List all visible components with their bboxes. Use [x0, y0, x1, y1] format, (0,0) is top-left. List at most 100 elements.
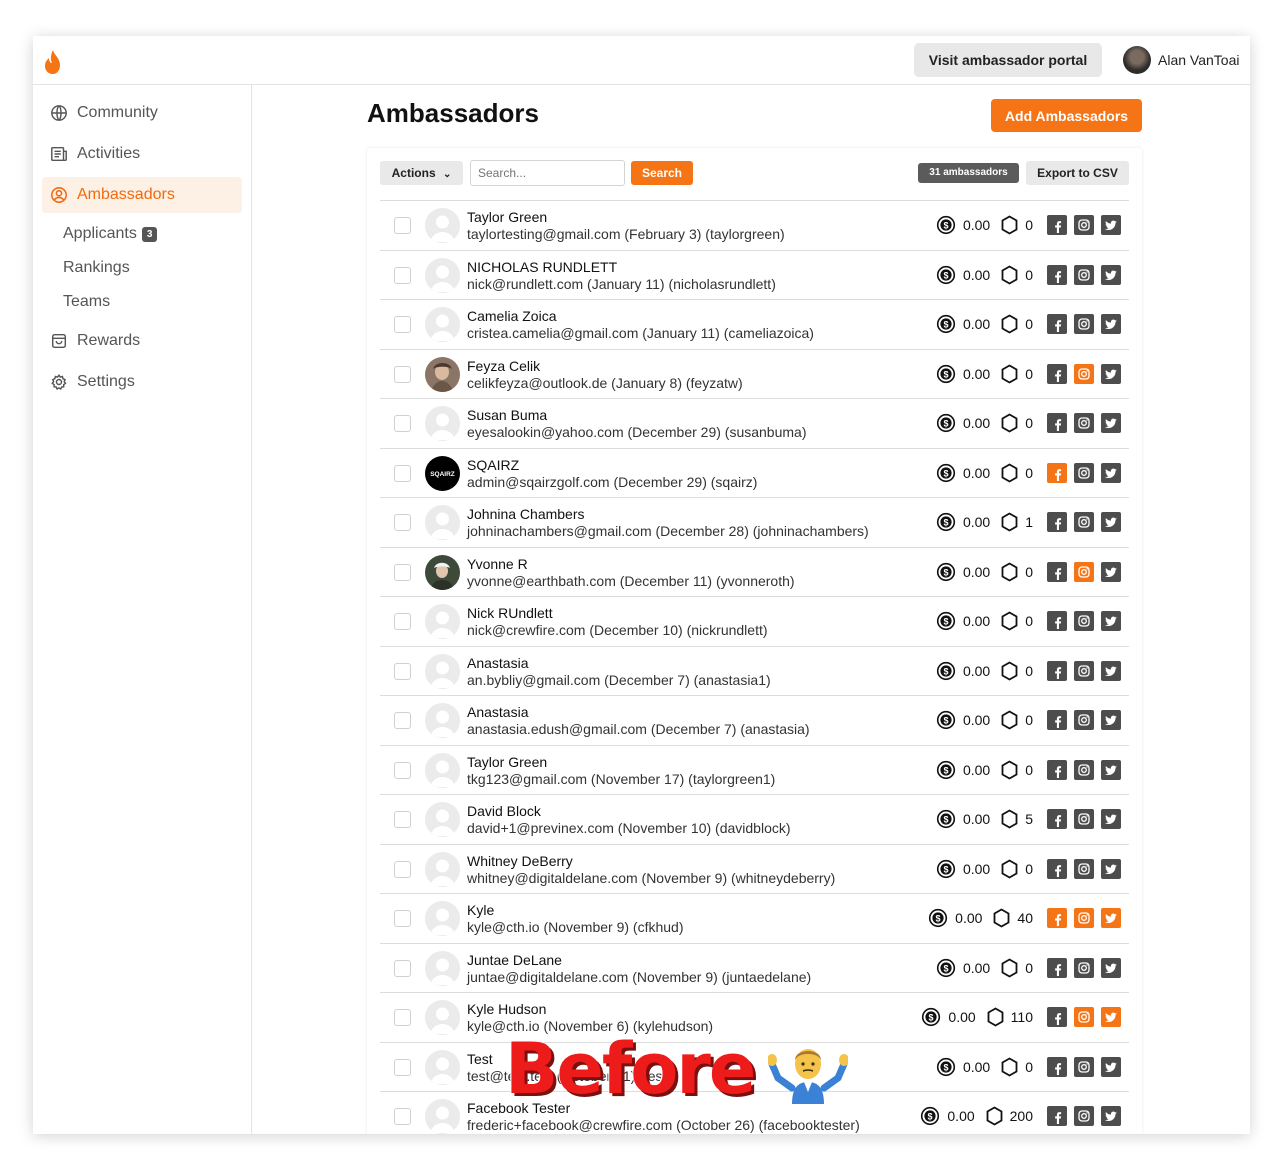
row-checkbox[interactable]	[394, 1108, 411, 1125]
facebook-icon[interactable]	[1047, 710, 1067, 730]
table-row[interactable]: Nick RUndlett nick@crewfire.com (December…	[380, 596, 1129, 646]
sidebar-subitem-applicants[interactable]: Applicants 3	[63, 225, 158, 243]
twitter-icon[interactable]	[1101, 908, 1121, 928]
facebook-icon[interactable]	[1047, 462, 1067, 483]
export-csv-button[interactable]: Export to CSV	[1026, 161, 1129, 185]
visit-portal-button[interactable]: Visit ambassador portal	[914, 43, 1102, 77]
facebook-icon[interactable]	[1047, 759, 1067, 780]
ambassador-name[interactable]: Johnina Chambers	[467, 506, 585, 522]
table-row[interactable]: Test test@test.test (October 31) (test) $0…	[380, 1041, 1129, 1092]
ambassador-name[interactable]: Anastasia	[467, 655, 528, 671]
instagram-icon[interactable]	[1074, 759, 1094, 780]
facebook-icon[interactable]	[1047, 561, 1067, 582]
twitter-icon[interactable]	[1101, 512, 1121, 532]
table-row[interactable]: Facebook Tester frederic+facebook@crewfir…	[380, 1091, 1129, 1134]
instagram-icon[interactable]	[1074, 462, 1094, 483]
instagram-icon[interactable]	[1074, 908, 1094, 928]
row-checkbox[interactable]	[394, 464, 411, 482]
twitter-icon[interactable]	[1101, 561, 1121, 582]
instagram-icon[interactable]	[1074, 1106, 1094, 1126]
sidebar-item-community[interactable]: Community	[42, 95, 242, 131]
row-checkbox[interactable]	[394, 712, 411, 729]
table-row[interactable]: Kyle Hudson kyle@cth.io (November 6) (kyl…	[380, 992, 1129, 1042]
row-checkbox[interactable]	[394, 1009, 411, 1026]
ambassador-name[interactable]: SQAIRZ	[467, 457, 519, 473]
facebook-icon[interactable]	[1047, 957, 1067, 978]
facebook-icon[interactable]	[1047, 1056, 1067, 1077]
ambassador-name[interactable]: Yvonne R	[467, 556, 528, 572]
sidebar-item-rewards[interactable]: Rewards	[42, 323, 242, 359]
row-checkbox[interactable]	[394, 514, 411, 531]
facebook-icon[interactable]	[1047, 809, 1067, 829]
twitter-icon[interactable]	[1101, 1007, 1121, 1027]
flame-logo-icon[interactable]	[42, 49, 64, 75]
instagram-icon[interactable]	[1074, 215, 1094, 235]
twitter-icon[interactable]	[1101, 264, 1121, 285]
ambassador-name[interactable]: Juntae DeLane	[467, 952, 562, 968]
instagram-icon[interactable]	[1074, 413, 1094, 433]
twitter-icon[interactable]	[1101, 710, 1121, 730]
instagram-icon[interactable]	[1074, 1056, 1094, 1077]
ambassador-name[interactable]: Test	[467, 1051, 493, 1067]
ambassador-name[interactable]: Susan Buma	[467, 407, 547, 423]
twitter-icon[interactable]	[1101, 957, 1121, 978]
twitter-icon[interactable]	[1101, 215, 1121, 235]
instagram-icon[interactable]	[1074, 1007, 1094, 1027]
table-row[interactable]: Juntae DeLane juntae@digitaldelane.com (N…	[380, 942, 1129, 993]
facebook-icon[interactable]	[1047, 1106, 1067, 1126]
row-checkbox[interactable]	[394, 316, 411, 333]
instagram-icon[interactable]	[1074, 611, 1094, 631]
instagram-icon[interactable]	[1074, 264, 1094, 285]
row-checkbox[interactable]	[394, 563, 411, 581]
sidebar-item-ambassadors[interactable]: Ambassadors	[42, 177, 242, 213]
facebook-icon[interactable]	[1047, 264, 1067, 285]
row-checkbox[interactable]	[394, 811, 411, 828]
table-row[interactable]: Yvonne Ryvonne@earthbath.com (December 1…	[380, 546, 1129, 597]
facebook-icon[interactable]	[1047, 660, 1067, 681]
twitter-icon[interactable]	[1101, 363, 1121, 384]
facebook-icon[interactable]	[1047, 413, 1067, 433]
table-row[interactable]: Johnina Chambers johninachambers@gmail.co…	[380, 497, 1129, 547]
table-row[interactable]: Feyza Celik celikfeyza@outlook.de (Januar…	[380, 348, 1129, 399]
table-row[interactable]: Anastasia anastasia.edush@gmail.com (Dece…	[380, 695, 1129, 745]
table-row[interactable]: Whitney DeBerry whitney@digitaldelane.com…	[380, 843, 1129, 894]
row-checkbox[interactable]	[394, 959, 411, 977]
row-checkbox[interactable]	[394, 910, 411, 927]
instagram-icon[interactable]	[1074, 314, 1094, 334]
search-input[interactable]	[470, 160, 625, 186]
row-checkbox[interactable]	[394, 860, 411, 878]
instagram-icon[interactable]	[1074, 363, 1094, 384]
table-row[interactable]: Kyle kyle@cth.io (November 9) (cfkhud) $0.…	[380, 893, 1129, 943]
instagram-icon[interactable]	[1074, 710, 1094, 730]
sidebar-subitem-teams[interactable]: Teams	[63, 293, 110, 311]
row-checkbox[interactable]	[394, 613, 411, 630]
ambassador-name[interactable]: Kyle Hudson	[467, 1001, 546, 1017]
facebook-icon[interactable]	[1047, 908, 1067, 928]
ambassador-name[interactable]: NICHOLAS RUNDLETT	[467, 259, 617, 275]
table-row[interactable]: David Block david+1@previnex.com (Novembe…	[380, 794, 1129, 844]
row-checkbox[interactable]	[394, 761, 411, 779]
user-menu[interactable]: Alan VanToai	[1123, 46, 1239, 74]
twitter-icon[interactable]	[1101, 660, 1121, 681]
twitter-icon[interactable]	[1101, 759, 1121, 780]
facebook-icon[interactable]	[1047, 1007, 1067, 1027]
row-checkbox[interactable]	[394, 217, 411, 234]
sidebar-subitem-rankings[interactable]: Rankings	[63, 259, 130, 277]
ambassador-name[interactable]: Kyle	[467, 902, 494, 918]
twitter-icon[interactable]	[1101, 611, 1121, 631]
sidebar-item-activities[interactable]: Activities	[42, 136, 242, 172]
row-checkbox[interactable]	[394, 415, 411, 432]
table-row[interactable]: SQAIRZ SQAIRZ admin@sqairzgolf.com (Decemb…	[380, 447, 1129, 498]
twitter-icon[interactable]	[1101, 314, 1121, 334]
ambassador-name[interactable]: Camelia Zoica	[467, 308, 556, 324]
twitter-icon[interactable]	[1101, 462, 1121, 483]
instagram-icon[interactable]	[1074, 858, 1094, 879]
facebook-icon[interactable]	[1047, 858, 1067, 879]
ambassador-name[interactable]: Feyza Celik	[467, 358, 540, 374]
sidebar-item-settings[interactable]: Settings	[42, 364, 242, 400]
instagram-icon[interactable]	[1074, 660, 1094, 681]
table-row[interactable]: Anastasia an.bybliy@gmail.com (December 7…	[380, 645, 1129, 696]
twitter-icon[interactable]	[1101, 809, 1121, 829]
row-checkbox[interactable]	[394, 662, 411, 680]
facebook-icon[interactable]	[1047, 512, 1067, 532]
